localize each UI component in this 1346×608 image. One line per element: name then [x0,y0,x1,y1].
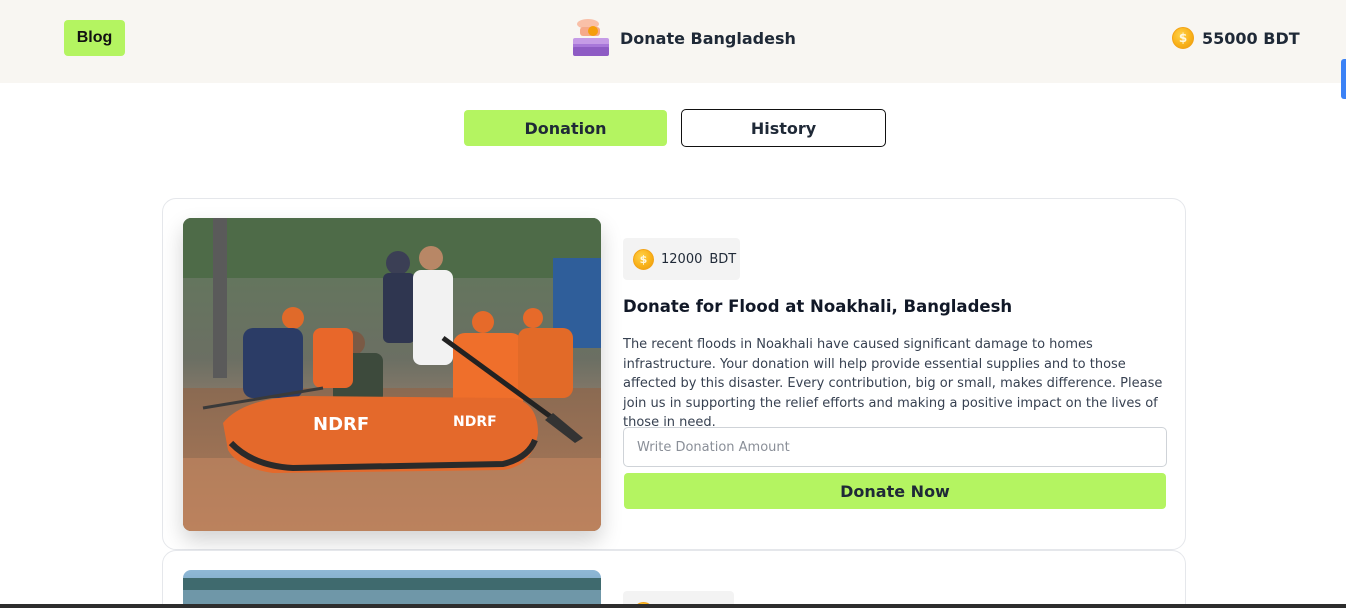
flood-rescue-image: NDRF NDRF [183,218,601,531]
coin-icon: $ [633,248,654,270]
svg-text:NDRF: NDRF [313,414,369,435]
donated-currency: BDT [709,251,737,267]
donation-card: $ [162,550,1186,608]
donated-amount: 12000 [661,251,703,267]
tab-donation[interactable]: Donation [464,110,667,146]
tab-history[interactable]: History [681,109,886,147]
blog-button[interactable]: Blog [64,20,125,56]
brand: Donate Bangladesh [571,18,796,58]
svg-text:NDRF: NDRF [453,414,497,430]
card-title: Donate for Flood at Noakhali, Bangladesh [623,297,1013,316]
coin-icon: $ [1172,27,1194,49]
side-scroll-handle[interactable] [1341,59,1346,99]
donated-amount-badge: $ 12000 BDT [623,238,740,280]
card-description: The recent floods in Noakhali have cause… [623,337,1163,430]
site-title: Donate Bangladesh [620,28,796,48]
bottom-edge [0,604,1346,608]
donation-amount-input[interactable] [623,427,1167,467]
donate-now-button[interactable]: Donate Now [624,473,1166,509]
donation-logo-icon [571,18,610,58]
balance-amount: 55000 BDT [1202,28,1300,48]
donation-card: NDRF NDRF $ 12000 BDT Donate for Flood a… [162,198,1186,550]
top-header: Blog Donate Bangladesh $ 55000 BDT [0,0,1346,83]
flood-area-image [183,570,601,608]
balance: $ 55000 BDT [1172,26,1300,50]
